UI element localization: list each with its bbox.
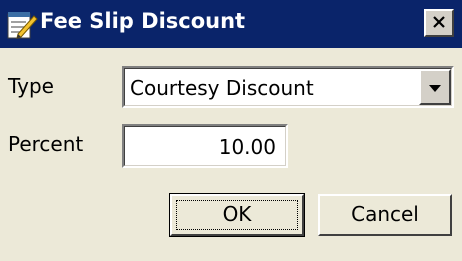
type-label: Type — [8, 74, 54, 98]
focus-rectangle — [176, 200, 298, 230]
title-bar: Fee Slip Discount — [0, 0, 462, 48]
notepad-pencil-icon — [6, 8, 38, 40]
close-icon — [432, 14, 446, 33]
fee-slip-discount-dialog: Fee Slip Discount Type Courtesy Discount… — [0, 0, 462, 261]
ok-button[interactable]: OK — [169, 193, 305, 237]
percent-input[interactable]: 10.00 — [122, 124, 288, 168]
type-select-value: Courtesy Discount — [130, 76, 314, 100]
percent-input-value: 10.00 — [218, 135, 276, 159]
percent-label: Percent — [8, 132, 84, 156]
type-select[interactable]: Courtesy Discount — [122, 66, 454, 108]
close-button[interactable] — [424, 9, 454, 37]
chevron-down-icon — [428, 78, 442, 97]
cancel-button-label: Cancel — [351, 202, 419, 226]
cancel-button[interactable]: Cancel — [318, 194, 452, 236]
type-select-dropdown-button[interactable] — [419, 69, 451, 105]
window-title: Fee Slip Discount — [40, 9, 246, 33]
